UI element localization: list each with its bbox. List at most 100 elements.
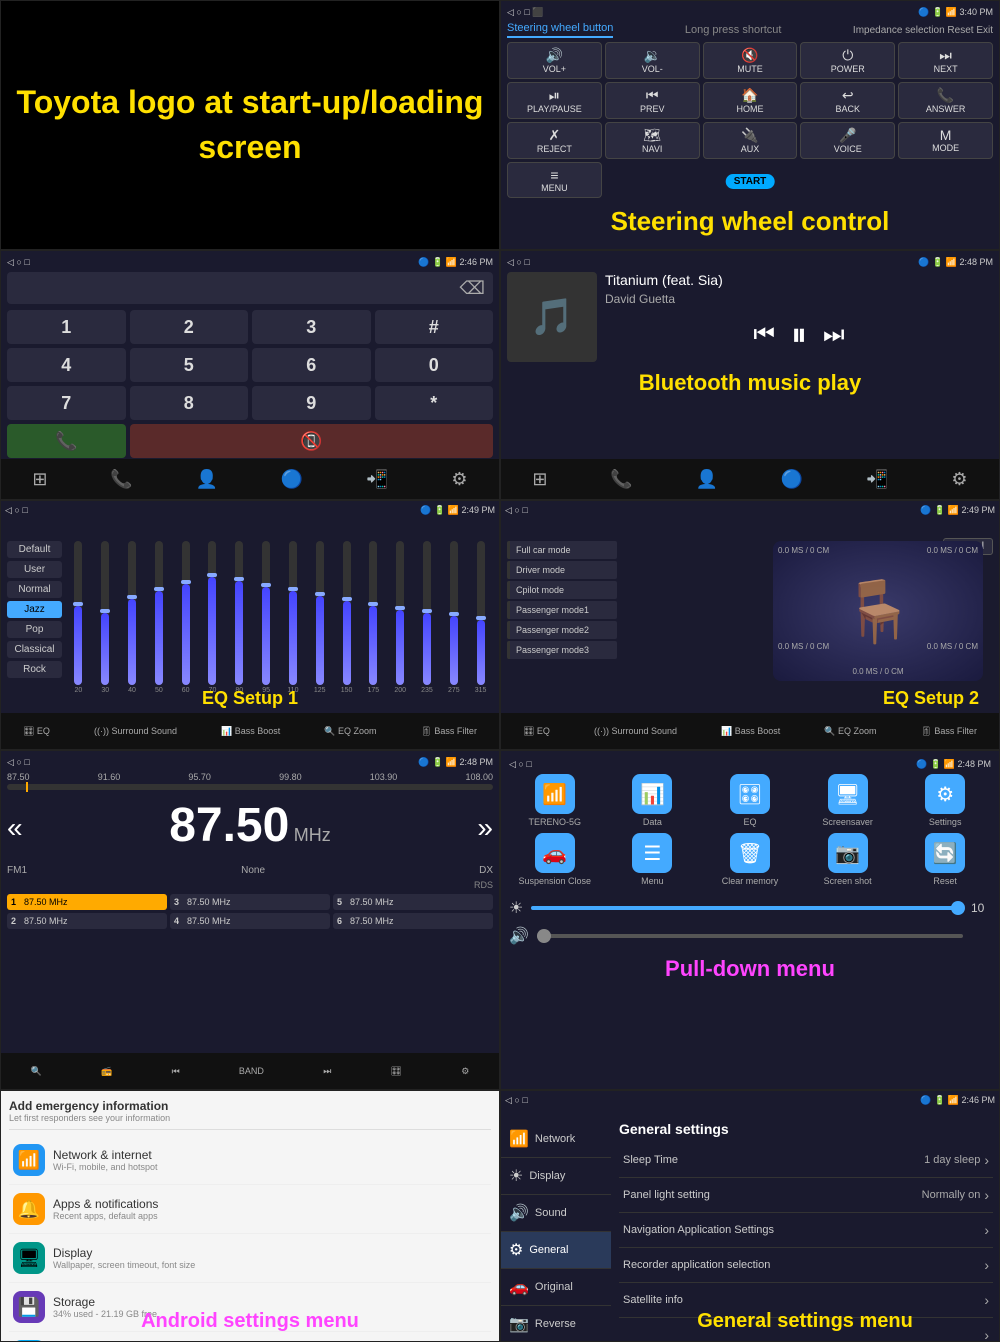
- eq2-zoom-tab[interactable]: 🔍 EQ Zoom: [824, 726, 876, 737]
- android-item-apps[interactable]: 🔔 Apps & notifications Recent apps, defa…: [9, 1185, 491, 1234]
- fm-band-btn[interactable]: BAND: [239, 1066, 264, 1076]
- mode-passenger1[interactable]: Passenger mode1: [507, 601, 617, 619]
- eq-bar-275[interactable]: 275: [441, 541, 466, 694]
- preset-classical[interactable]: Classical: [7, 641, 62, 658]
- dial-key-8[interactable]: 8: [130, 386, 249, 420]
- nav-grid2-icon[interactable]: ⊞: [532, 469, 547, 490]
- gen-row-nav[interactable]: Navigation Application Settings ›: [619, 1213, 993, 1248]
- mode-passenger3[interactable]: Passenger mode3: [507, 641, 617, 659]
- steering-btn-reject[interactable]: ✗REJECT: [507, 122, 602, 159]
- pd-settings-icon[interactable]: ⚙: [925, 774, 965, 814]
- eq-bar-30[interactable]: 30: [93, 541, 118, 694]
- volume-slider[interactable]: [537, 934, 963, 938]
- pd-screensaver-icon[interactable]: 🖥: [828, 774, 868, 814]
- brightness-thumb[interactable]: [951, 901, 965, 915]
- sidebar-sound[interactable]: 🔊 Sound: [501, 1195, 611, 1232]
- gen-row-panel[interactable]: Panel light setting Normally on ›: [619, 1178, 993, 1213]
- dial-key-hangup[interactable]: 📵: [130, 424, 494, 458]
- dial-key-9[interactable]: 9: [252, 386, 371, 420]
- mode-passenger2[interactable]: Passenger mode2: [507, 621, 617, 639]
- dial-key-2[interactable]: 2: [130, 310, 249, 344]
- nav-settings2-icon[interactable]: ⚙: [951, 469, 967, 490]
- dial-key-5[interactable]: 5: [130, 348, 249, 382]
- eq2-eq-tab[interactable]: 🎛 EQ: [523, 726, 550, 737]
- pd-wifi-icon[interactable]: 📶: [535, 774, 575, 814]
- nav-contacts2-icon[interactable]: 👤: [696, 469, 718, 490]
- eq-bar-70[interactable]: 70: [200, 541, 225, 694]
- nav-bt2-icon[interactable]: 📲: [366, 469, 388, 490]
- pd-data-icon[interactable]: 📊: [632, 774, 672, 814]
- preset-normal[interactable]: Normal: [7, 581, 62, 598]
- eq-bar-235[interactable]: 235: [415, 541, 440, 694]
- dial-key-hash[interactable]: #: [375, 310, 494, 344]
- android-item-privacy[interactable]: 🔒 Privacy Permissions, account activity: [9, 1332, 491, 1342]
- eq-bar-150[interactable]: 150: [334, 541, 359, 694]
- sidebar-general[interactable]: ⚙ General: [501, 1232, 611, 1269]
- dial-input[interactable]: ⌫: [7, 272, 493, 304]
- mode-full-car[interactable]: Full car mode: [507, 541, 617, 559]
- steering-btn-navi[interactable]: 🗺NAVI: [605, 122, 700, 159]
- steering-btn-playpause[interactable]: ⏯PLAY/PAUSE: [507, 82, 602, 119]
- steering-btn-home[interactable]: 🏠HOME: [703, 82, 798, 119]
- brightness-slider[interactable]: [531, 906, 963, 910]
- dial-key-0[interactable]: 0: [375, 348, 494, 382]
- steering-btn-power[interactable]: ⏻POWER: [800, 42, 895, 79]
- mode-driver[interactable]: Driver mode: [507, 561, 617, 579]
- nav-phone-icon[interactable]: 📞: [110, 469, 132, 490]
- fm-scan-back-btn[interactable]: «: [7, 812, 23, 844]
- steering-btn-answer[interactable]: 📞ANSWER: [898, 82, 993, 119]
- steering-btn-next[interactable]: ⏭NEXT: [898, 42, 993, 79]
- sidebar-network[interactable]: 📶 Network: [501, 1121, 611, 1158]
- pd-suspension-icon[interactable]: 🚗: [535, 833, 575, 873]
- eq-bar-315[interactable]: 315: [468, 541, 493, 694]
- next-track-btn[interactable]: ⏭: [823, 321, 845, 349]
- backspace-icon[interactable]: ⌫: [460, 278, 485, 299]
- dial-key-3[interactable]: 3: [252, 310, 371, 344]
- dial-key-4[interactable]: 4: [7, 348, 126, 382]
- eq1-surround-tab[interactable]: ((·)) Surround Sound: [94, 726, 177, 736]
- fm-preset-1[interactable]: 187.50 MHz: [7, 894, 167, 910]
- steering-controls[interactable]: Impedance selection Reset Exit: [853, 25, 993, 36]
- fm-scan-fwd-btn[interactable]: »: [477, 812, 493, 844]
- nav-settings-icon[interactable]: ⚙: [451, 469, 467, 490]
- steering-btn-vol-dn[interactable]: 🔉VOL-: [605, 42, 700, 79]
- steering-tab-inactive[interactable]: Long press shortcut: [685, 24, 782, 36]
- steering-tab-active[interactable]: Steering wheel button: [507, 22, 613, 38]
- nav-phone2-icon[interactable]: 📞: [610, 469, 632, 490]
- pd-screenshot-icon[interactable]: 📷: [828, 833, 868, 873]
- volume-thumb[interactable]: [537, 929, 551, 943]
- eq-bar-175[interactable]: 175: [361, 541, 386, 694]
- steering-btn-vol-up[interactable]: 🔊VOL+: [507, 42, 602, 79]
- eq-bar-95[interactable]: 95: [254, 541, 279, 694]
- pd-reset-icon[interactable]: 🔄: [925, 833, 965, 873]
- fm-preset-6[interactable]: 687.50 MHz: [333, 913, 493, 929]
- dial-key-6[interactable]: 6: [252, 348, 371, 382]
- steering-btn-aux[interactable]: 🔌AUX: [703, 122, 798, 159]
- nav-bt-icon[interactable]: 🔵: [281, 469, 303, 490]
- fm-preset-4[interactable]: 487.50 MHz: [170, 913, 330, 929]
- eq-bar-50[interactable]: 50: [146, 541, 171, 694]
- pd-eq-icon[interactable]: 🎛: [730, 774, 770, 814]
- fm-prev-btn[interactable]: ⏮: [172, 1066, 180, 1077]
- fm-radio-btn[interactable]: 📻: [101, 1066, 112, 1077]
- dial-key-star[interactable]: *: [375, 386, 494, 420]
- dial-key-1[interactable]: 1: [7, 310, 126, 344]
- preset-rock[interactable]: Rock: [7, 661, 62, 678]
- android-item-display[interactable]: 🖥 Display Wallpaper, screen timeout, fon…: [9, 1234, 491, 1283]
- preset-user[interactable]: User: [7, 561, 62, 578]
- eq1-bass-tab[interactable]: 📊 Bass Boost: [221, 726, 280, 737]
- gen-row-recorder[interactable]: Recorder application selection ›: [619, 1248, 993, 1283]
- fm-settings-btn[interactable]: ⚙: [461, 1066, 469, 1077]
- fm-next-btn[interactable]: ⏭: [323, 1066, 331, 1077]
- preset-jazz[interactable]: Jazz: [7, 601, 62, 618]
- eq1-eq-tab[interactable]: 🎛 EQ: [23, 726, 50, 737]
- eq-bar-40[interactable]: 40: [120, 541, 145, 694]
- sidebar-display[interactable]: ☀ Display: [501, 1158, 611, 1195]
- prev-track-btn[interactable]: ⏮: [753, 321, 775, 349]
- eq-bar-110[interactable]: 110: [281, 541, 306, 694]
- gen-row-sleep[interactable]: Sleep Time 1 day sleep ›: [619, 1143, 993, 1178]
- mode-cpilot[interactable]: Cpilot mode: [507, 581, 617, 599]
- steering-btn-mode[interactable]: MMODE: [898, 122, 993, 159]
- fm-search-btn[interactable]: 🔍: [31, 1066, 42, 1077]
- dial-key-7[interactable]: 7: [7, 386, 126, 420]
